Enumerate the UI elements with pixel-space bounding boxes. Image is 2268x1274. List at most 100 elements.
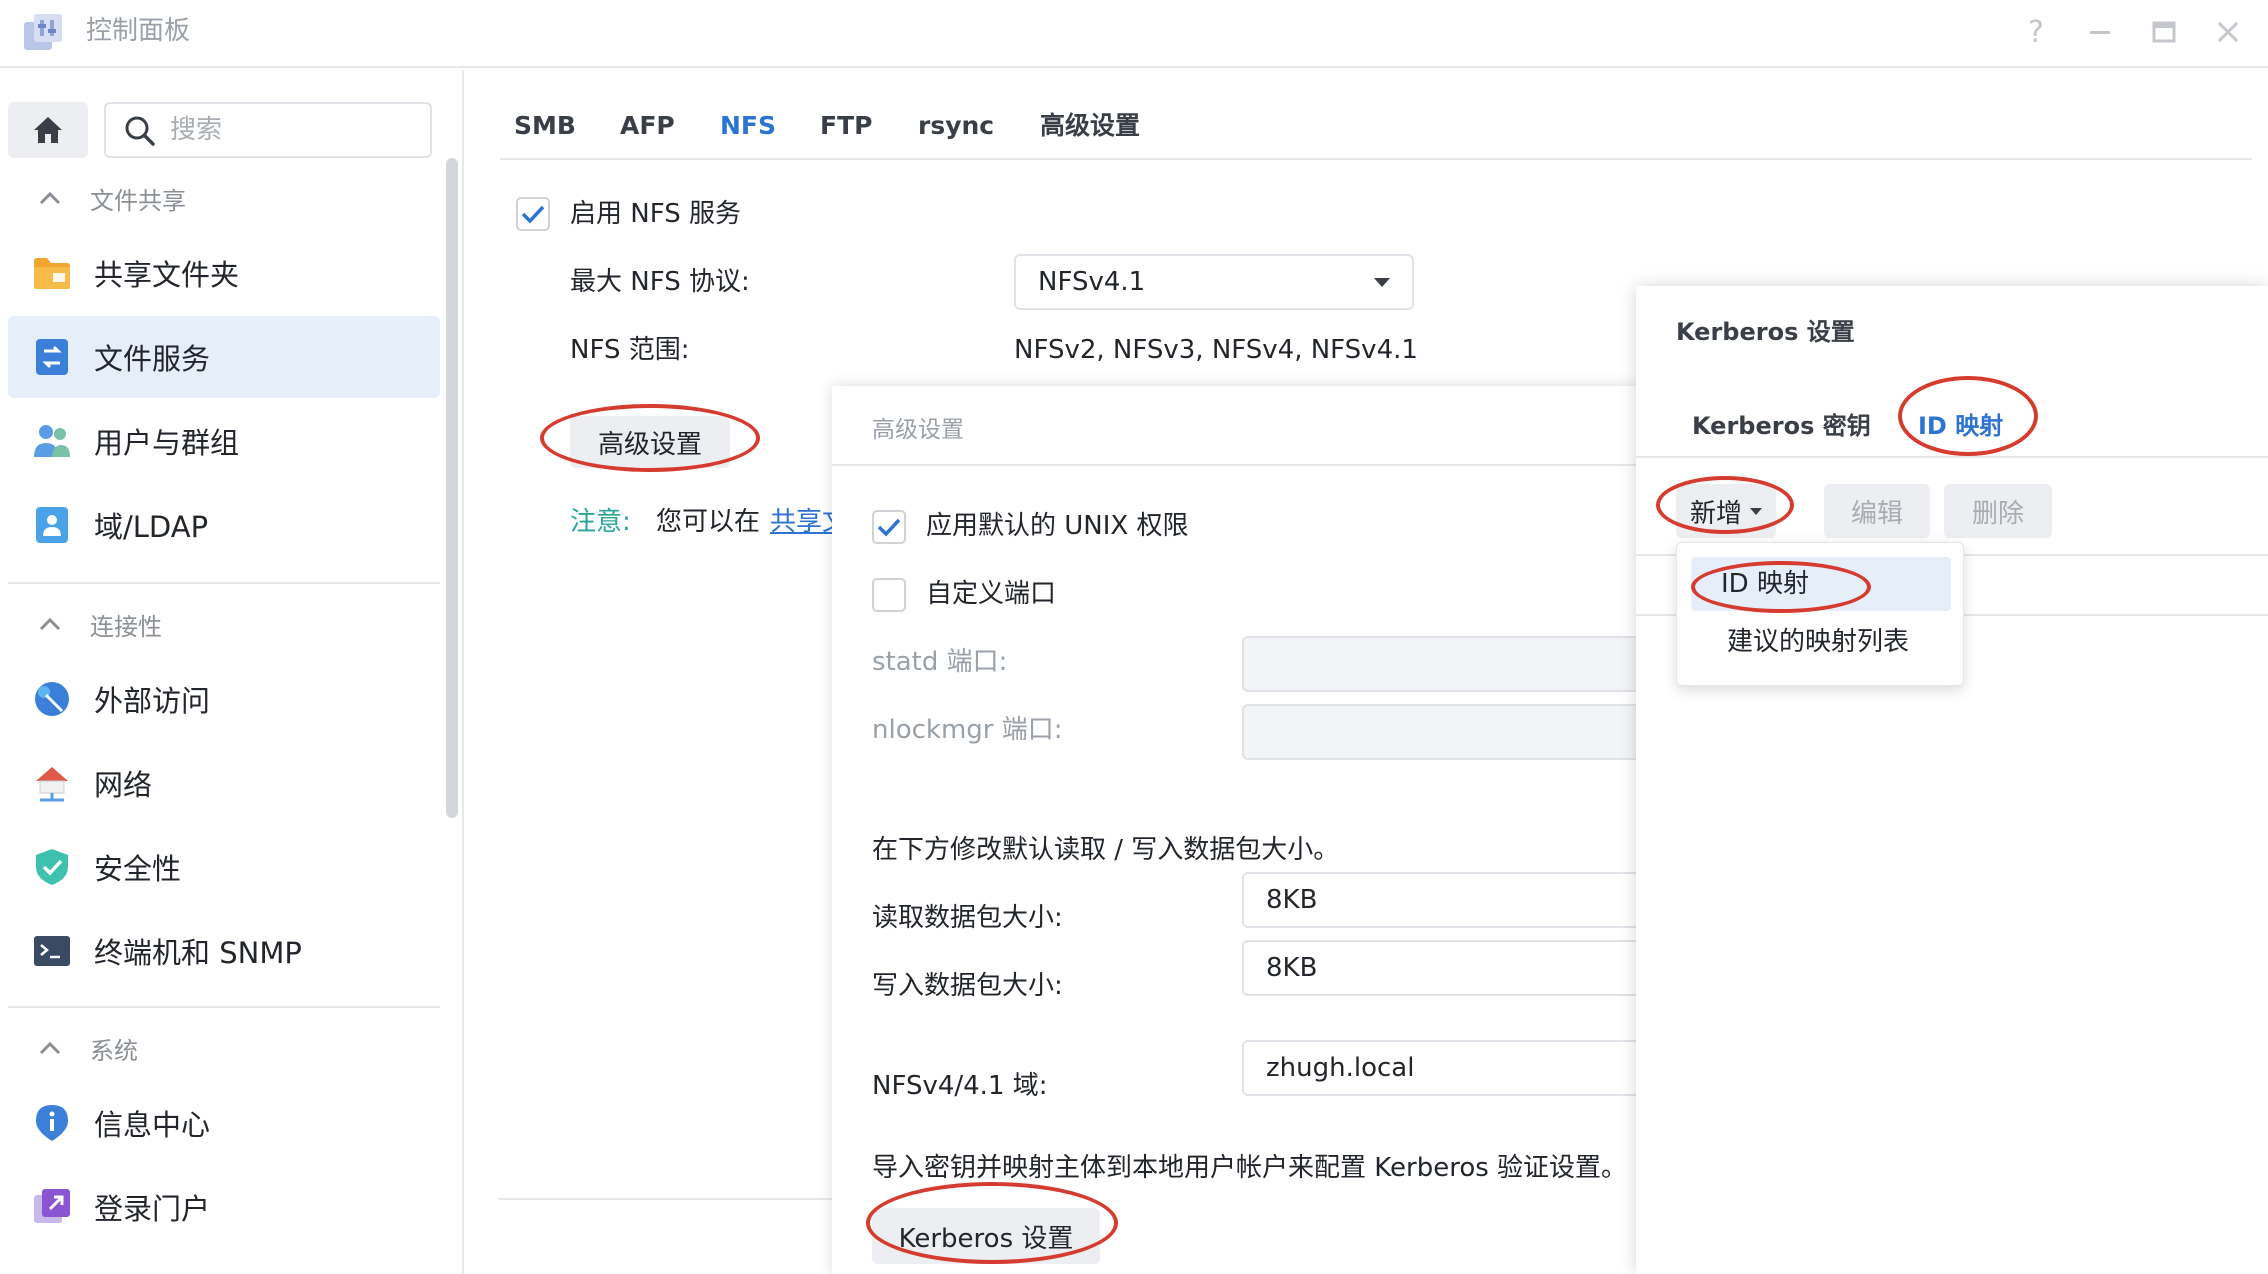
sidebar-item-shared-folder[interactable]: 共享文件夹 bbox=[8, 232, 440, 314]
sidebar-item-label: 用户与群组 bbox=[94, 426, 240, 460]
menu-item-id-mapping[interactable]: ID 映射 bbox=[1691, 557, 1951, 611]
custom-port-label: 自定义端口 bbox=[926, 579, 1057, 609]
sidebar-item-label: 共享文件夹 bbox=[94, 258, 240, 292]
sidebar-item-label: 域/LDAP bbox=[94, 510, 209, 544]
minimize-icon[interactable] bbox=[2078, 10, 2122, 54]
users-icon bbox=[32, 421, 72, 461]
max-protocol-value: NFSv4.1 bbox=[1038, 267, 1146, 297]
shield-icon bbox=[32, 847, 72, 887]
tab-id-mapping[interactable]: ID 映射 bbox=[1918, 406, 2003, 441]
title-bar: 控制面板 ? bbox=[0, 0, 2268, 68]
write-packet-select[interactable]: 8KB bbox=[1242, 940, 1682, 996]
edit-button[interactable]: 编辑 bbox=[1824, 484, 1930, 538]
chevron-up-icon bbox=[38, 616, 68, 632]
tab-afp[interactable]: AFP bbox=[620, 108, 675, 144]
write-packet-label: 写入数据包大小: bbox=[872, 971, 1063, 1001]
terminal-icon bbox=[32, 931, 72, 971]
chevron-up-icon bbox=[38, 190, 68, 206]
add-button[interactable]: 新增 bbox=[1676, 484, 1776, 538]
kerberos-settings-button[interactable]: Kerberos 设置 bbox=[872, 1208, 1100, 1264]
external-access-icon bbox=[32, 679, 72, 719]
add-button-label: 新增 bbox=[1689, 498, 1742, 529]
read-packet-select[interactable]: 8KB bbox=[1242, 872, 1682, 928]
help-icon[interactable]: ? bbox=[2014, 10, 2058, 54]
sidebar-item-info-center[interactable]: 信息中心 bbox=[8, 1082, 440, 1164]
search-box[interactable] bbox=[104, 102, 432, 158]
sidebar-item-security[interactable]: 安全性 bbox=[8, 826, 440, 908]
sidebar-item-label: 登录门户 bbox=[94, 1192, 211, 1226]
delete-button[interactable]: 删除 bbox=[1944, 484, 2052, 538]
sidebar-item-login-portal[interactable]: 登录门户 bbox=[8, 1166, 440, 1248]
read-packet-value: 8KB bbox=[1266, 885, 1318, 915]
nfs-range-label: NFS 范围: bbox=[570, 335, 690, 365]
file-services-icon bbox=[32, 337, 72, 377]
tab-smb[interactable]: SMB bbox=[514, 108, 576, 144]
sidebar-item-label: 外部访问 bbox=[94, 684, 211, 718]
tab-advanced[interactable]: 高级设置 bbox=[1040, 108, 1140, 144]
tab-underline bbox=[1636, 456, 2268, 458]
add-dropdown-menu: ID 映射 建议的映射列表 bbox=[1676, 542, 1964, 686]
section-title: 文件共享 bbox=[90, 186, 186, 215]
info-icon bbox=[32, 1103, 72, 1143]
section-title: 连接性 bbox=[90, 612, 162, 641]
caret-down-icon bbox=[1750, 507, 1762, 515]
sidebar-item-label: 信息中心 bbox=[94, 1108, 211, 1142]
chevron-up-icon bbox=[38, 1040, 68, 1056]
menu-item-suggested-mapping-list[interactable]: 建议的映射列表 bbox=[1727, 615, 1909, 669]
packet-size-description: 在下方修改默认读取 / 写入数据包大小。 bbox=[872, 835, 1340, 865]
sidebar-item-network[interactable]: 网络 bbox=[8, 742, 440, 824]
sidebar-item-external-access[interactable]: 外部访问 bbox=[8, 658, 440, 740]
sidebar: 文件共享 共享文件夹 文件服务 用户与群组 域/LDAP 连接性 外部访问 网络… bbox=[0, 70, 464, 1274]
tab-rsync[interactable]: rsync bbox=[918, 108, 994, 144]
sidebar-scrollbar[interactable] bbox=[446, 158, 458, 818]
sidebar-item-domain-ldap[interactable]: 域/LDAP bbox=[8, 484, 440, 566]
note-link[interactable]: 共享文 bbox=[770, 504, 832, 540]
sidebar-item-terminal-snmp[interactable]: 终端机和 SNMP bbox=[8, 910, 440, 992]
max-protocol-label: 最大 NFS 协议: bbox=[570, 267, 750, 297]
custom-port-checkbox[interactable] bbox=[872, 578, 906, 612]
max-protocol-select[interactable]: NFSv4.1 bbox=[1014, 254, 1414, 310]
sidebar-item-label: 终端机和 SNMP bbox=[94, 936, 302, 970]
tab-ftp[interactable]: FTP bbox=[820, 108, 872, 144]
sidebar-item-label: 网络 bbox=[94, 768, 153, 802]
nfs-domain-input[interactable]: zhugh.local bbox=[1242, 1040, 1682, 1096]
unix-permission-checkbox[interactable] bbox=[872, 510, 906, 544]
advanced-settings-button[interactable]: 高级设置 bbox=[570, 416, 730, 468]
enable-nfs-checkbox[interactable] bbox=[516, 197, 550, 231]
nfs-range-value: NFSv2, NFSv3, NFSv4, NFSv4.1 bbox=[1014, 335, 1418, 365]
panel-title: Kerberos 设置 bbox=[1676, 318, 1855, 346]
sidebar-item-label: 文件服务 bbox=[94, 342, 211, 376]
maximize-icon[interactable] bbox=[2142, 10, 2186, 54]
home-button[interactable] bbox=[8, 102, 88, 158]
panel-header: 高级设置 bbox=[832, 386, 1672, 466]
section-header-system[interactable]: 系统 bbox=[38, 1028, 138, 1068]
search-icon bbox=[125, 116, 155, 146]
statd-port-label: statd 端口: bbox=[872, 647, 1008, 677]
sidebar-divider bbox=[8, 1006, 440, 1008]
section-header-connectivity[interactable]: 连接性 bbox=[38, 604, 162, 644]
statd-port-input[interactable] bbox=[1242, 636, 1682, 692]
kerberos-settings-panel: Kerberos 设置 Kerberos 密钥 ID 映射 新增 编辑 删除 bbox=[1636, 286, 2268, 1274]
unix-permission-label: 应用默认的 UNIX 权限 bbox=[926, 511, 1189, 541]
panel-title: 高级设置 bbox=[872, 417, 964, 443]
close-icon[interactable] bbox=[2206, 10, 2250, 54]
enable-nfs-label: 启用 NFS 服务 bbox=[570, 199, 741, 229]
window-title: 控制面板 bbox=[86, 16, 191, 46]
tab-nfs[interactable]: NFS bbox=[720, 108, 776, 144]
note-label: 注意: bbox=[570, 507, 631, 537]
section-header-file-sharing[interactable]: 文件共享 bbox=[38, 178, 186, 218]
control-panel-app-icon bbox=[22, 12, 64, 52]
sidebar-item-users-groups[interactable]: 用户与群组 bbox=[8, 400, 440, 482]
search-input[interactable] bbox=[170, 112, 410, 148]
network-icon bbox=[32, 763, 72, 803]
nlockmgr-port-label: nlockmgr 端口: bbox=[872, 715, 1063, 745]
note-text: 您可以在 bbox=[656, 507, 761, 537]
tab-kerberos-keys[interactable]: Kerberos 密钥 bbox=[1692, 406, 1871, 441]
sidebar-item-file-services[interactable]: 文件服务 bbox=[8, 316, 440, 398]
checkmark-icon bbox=[521, 205, 545, 224]
nlockmgr-port-input[interactable] bbox=[1242, 704, 1682, 760]
write-packet-value: 8KB bbox=[1266, 953, 1318, 983]
login-portal-icon bbox=[32, 1187, 72, 1227]
caret-down-icon bbox=[1374, 278, 1390, 287]
tab-underline bbox=[500, 158, 2252, 160]
